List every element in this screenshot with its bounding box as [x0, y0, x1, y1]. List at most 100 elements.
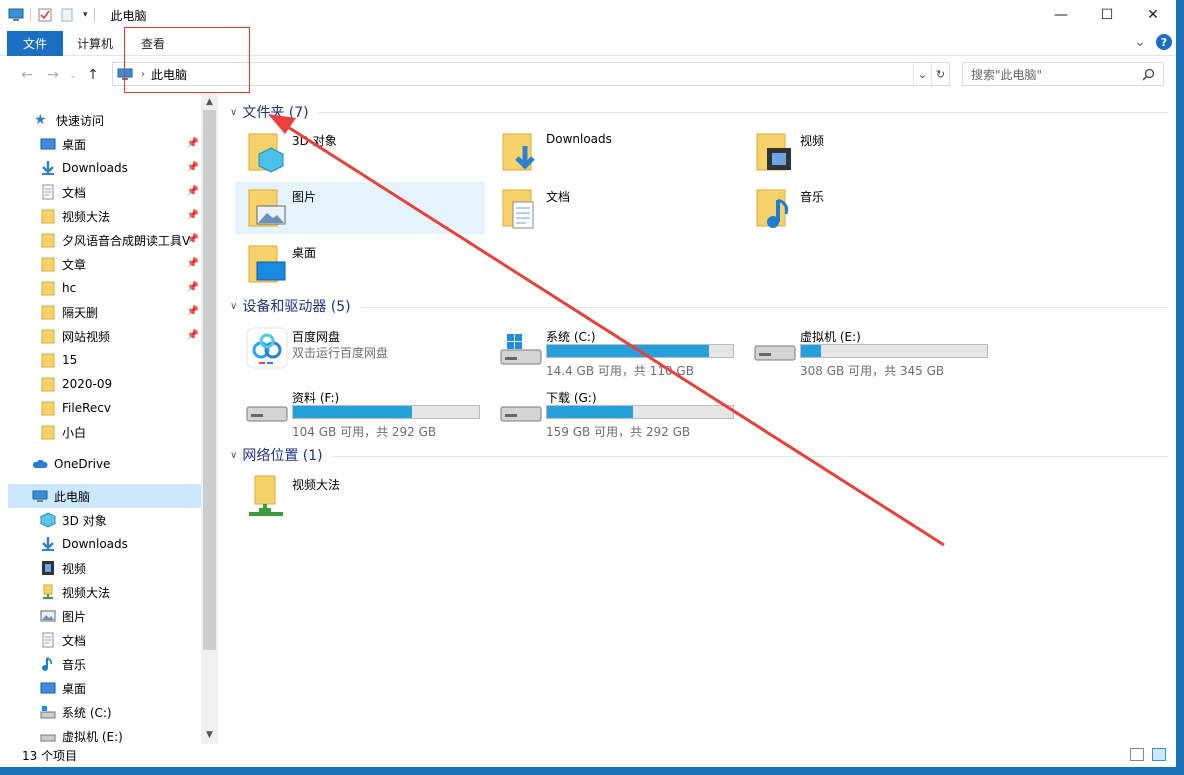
drive-usage-bar	[546, 405, 734, 419]
back-arrow-icon[interactable]: ←	[14, 67, 40, 83]
sidebar-item-drive-c[interactable]: 系统 (C:)	[8, 700, 201, 724]
details-view-icon[interactable]	[1130, 748, 1144, 761]
chevron-down-icon[interactable]: ∨	[230, 107, 237, 118]
tile-label: 文档	[546, 190, 571, 204]
close-button[interactable]: ✕	[1130, 0, 1176, 30]
drive-f[interactable]: 资料 (F:) 104 GB 可用，共 292 GB	[235, 383, 485, 443]
large-icons-view-icon[interactable]	[1152, 748, 1166, 761]
sidebar-item-downloads[interactable]: Downloads 📌	[8, 156, 201, 180]
scroll-up-icon[interactable]: ▲	[201, 97, 218, 107]
tile-label: 视频大法	[292, 478, 341, 492]
sidebar-item-label: Downloads	[62, 537, 128, 551]
sidebar-item-desktop[interactable]: 桌面	[8, 676, 201, 700]
refresh-icon[interactable]: ↻	[931, 63, 949, 85]
folder-downloads[interactable]: Downloads	[489, 126, 739, 178]
sidebar-item-folder[interactable]: 15	[8, 348, 201, 372]
hard-drive-icon	[40, 734, 56, 742]
tile-label: 图片	[292, 190, 317, 204]
sidebar-item-onedrive[interactable]: OneDrive	[8, 452, 201, 476]
folder-music[interactable]: 音乐	[743, 182, 993, 234]
breadcrumb-chevron-icon[interactable]: ›	[141, 69, 145, 80]
network-folder-icon	[249, 475, 283, 516]
sidebar-item-folder[interactable]: hc 📌	[8, 276, 201, 300]
drive-space-text: 14.4 GB 可用，共 110 GB	[546, 364, 694, 378]
sidebar-item-documents[interactable]: 文档	[8, 628, 201, 652]
tile-label: 资料 (F:)	[292, 391, 340, 405]
drive-usage-fill	[547, 345, 709, 357]
sidebar-item-folder[interactable]: 2020-09	[8, 372, 201, 396]
sidebar-item-desktop[interactable]: 桌面 📌	[8, 132, 201, 156]
help-icon[interactable]: ?	[1156, 34, 1172, 50]
sidebar-item-videos[interactable]: 视频	[8, 556, 201, 580]
pin-icon: 📌	[186, 162, 199, 173]
window-title: 此电脑	[110, 8, 147, 23]
group-title: 文件夹 (7)	[242, 105, 309, 121]
sidebar-item-quick-access[interactable]: ★ 快速访问	[8, 108, 201, 132]
folder-icon	[41, 329, 55, 344]
search-box[interactable]: 搜索"此电脑"	[962, 62, 1164, 86]
search-icon[interactable]	[1142, 68, 1155, 81]
group-header-network[interactable]: ∨ 网络位置 (1)	[226, 443, 323, 467]
breadcrumb-this-pc[interactable]: 此电脑	[151, 66, 187, 83]
group-header-devices[interactable]: ∨ 设备和驱动器 (5)	[226, 294, 351, 318]
ribbon-expand-icon[interactable]: ⌄	[1134, 34, 1146, 50]
sidebar-item-3d-objects[interactable]: 3D 对象	[8, 508, 201, 532]
drive-usage-fill	[547, 406, 633, 418]
sidebar-item-downloads[interactable]: Downloads	[8, 532, 201, 556]
title-separator	[30, 8, 31, 22]
sidebar-scrollbar[interactable]: ▲ ▼	[201, 94, 218, 744]
drive-e[interactable]: 虚拟机 (E:) 308 GB 可用，共 345 GB	[743, 322, 993, 382]
pictures-folder-icon	[248, 189, 286, 227]
sidebar-item-folder[interactable]: 文章 📌	[8, 252, 201, 276]
recent-locations-icon[interactable]: ⌄	[66, 71, 80, 80]
maximize-button[interactable]: ☐	[1084, 0, 1130, 30]
tab-computer[interactable]: 计算机	[63, 31, 127, 56]
folder-icon	[41, 377, 55, 392]
sidebar-item-folder[interactable]: 隔天删 📌	[8, 300, 201, 324]
minimize-button[interactable]: —	[1038, 0, 1084, 30]
chevron-down-icon[interactable]: ∨	[230, 301, 237, 312]
chevron-down-icon[interactable]: ∨	[230, 450, 237, 461]
group-header-folders[interactable]: ∨ 文件夹 (7)	[226, 100, 309, 124]
sidebar-item-pictures[interactable]: 图片	[8, 604, 201, 628]
sidebar-item-label: hc	[62, 281, 77, 295]
folder-videos[interactable]: 视频	[743, 126, 993, 178]
sidebar-item-this-pc[interactable]: 此电脑	[8, 484, 201, 508]
baidu-netdisk[interactable]: 百度网盘 双击运行百度网盘	[235, 322, 485, 374]
scrollbar-thumb[interactable]	[203, 110, 216, 650]
sidebar-item-folder[interactable]: 视频大法 📌	[8, 204, 201, 228]
tab-file[interactable]: 文件	[7, 30, 64, 56]
sidebar-item-music[interactable]: 音乐	[8, 652, 201, 676]
group-title: 设备和驱动器 (5)	[242, 299, 351, 315]
sidebar-item-label: 快速访问	[56, 113, 105, 128]
sidebar-item-network-folder[interactable]: 视频大法	[8, 580, 201, 604]
folder-pictures[interactable]: 图片	[235, 182, 485, 234]
folder-documents[interactable]: 文档	[489, 182, 739, 234]
sidebar-item-folder[interactable]: 夕风语音合成朗读工具V 📌	[8, 228, 201, 252]
sidebar-item-folder[interactable]: 网站视频 📌	[8, 324, 201, 348]
new-folder-icon[interactable]	[59, 7, 75, 23]
sidebar-item-folder[interactable]: FileRecv	[8, 396, 201, 420]
title-bar: ▾ 此电脑 — ☐ ✕	[0, 0, 1176, 30]
folder-desktop[interactable]: 桌面	[235, 238, 485, 290]
address-dropdown-icon[interactable]: ⌄	[913, 63, 931, 85]
cloud-icon	[32, 459, 48, 468]
drive-g[interactable]: 下载 (G:) 159 GB 可用，共 292 GB	[489, 383, 739, 443]
desktop-folder-icon	[248, 245, 286, 283]
sidebar-item-label: Downloads	[62, 161, 128, 175]
sidebar-item-drive-e[interactable]: 虚拟机 (E:)	[8, 724, 201, 744]
quick-access-toolbar-dropdown-icon[interactable]: ▾	[83, 10, 88, 20]
tab-view[interactable]: 查看	[127, 31, 179, 56]
sidebar-item-documents[interactable]: 文档 📌	[8, 180, 201, 204]
tile-label: 视频	[800, 134, 825, 148]
up-arrow-icon[interactable]: ↑	[80, 67, 106, 83]
folder-3d-objects[interactable]: 3D 对象	[235, 126, 485, 178]
pin-icon: 📌	[186, 138, 199, 149]
sidebar-item-folder[interactable]: 小白	[8, 420, 201, 444]
forward-arrow-icon[interactable]: →	[40, 67, 66, 83]
scroll-down-icon[interactable]: ▼	[201, 730, 218, 740]
network-location-folder[interactable]: 视频大法	[235, 470, 485, 522]
drive-c[interactable]: 系统 (C:) 14.4 GB 可用，共 110 GB	[489, 322, 739, 382]
properties-icon[interactable]	[37, 7, 53, 23]
address-bar[interactable]: › 此电脑 ⌄ ↻	[112, 62, 950, 86]
